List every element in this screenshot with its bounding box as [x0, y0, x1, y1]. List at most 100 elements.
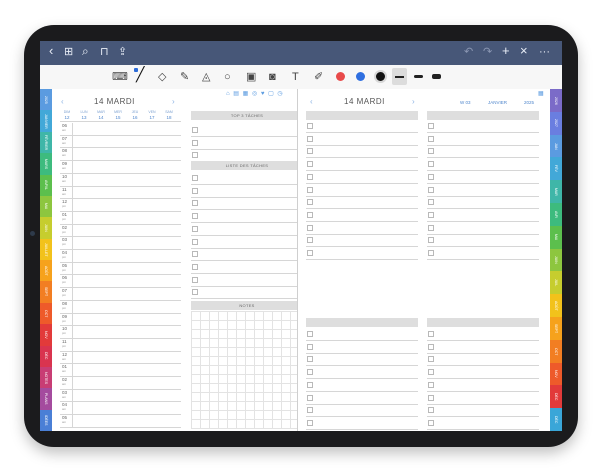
checkbox[interactable] [428, 343, 434, 350]
nav-icons[interactable]: ⌂ ▤ ▦ ◎ ♥ ▢ ◷ [226, 90, 284, 97]
hour-row-line[interactable] [60, 147, 181, 149]
hour-row-line[interactable] [60, 287, 181, 289]
checkbox[interactable] [307, 135, 313, 142]
checkbox[interactable] [192, 187, 198, 194]
hour-row-line[interactable] [60, 299, 181, 301]
share-icon[interactable]: ⇪ [118, 46, 127, 59]
checkbox[interactable] [192, 225, 198, 232]
color-red[interactable] [336, 72, 345, 81]
checkbox[interactable] [307, 224, 313, 231]
year-label[interactable]: 2025 [524, 100, 534, 105]
entry-line[interactable] [427, 132, 539, 133]
entry-line[interactable] [427, 157, 539, 159]
checkbox[interactable] [192, 127, 198, 133]
hour-row-line[interactable] [60, 414, 181, 416]
checkbox[interactable] [428, 419, 434, 426]
month-tab-14[interactable]: PLANS [40, 388, 52, 410]
hour-row-line[interactable] [60, 325, 181, 327]
entry-line[interactable] [306, 390, 418, 392]
hour-row-line[interactable] [60, 249, 181, 250]
month-tab-9[interactable]: AOÛT [550, 294, 562, 317]
color-blue[interactable] [356, 72, 365, 81]
entry-line[interactable] [306, 365, 418, 367]
task-line[interactable] [191, 196, 303, 198]
week-date[interactable]: 15 [111, 115, 125, 120]
checkbox[interactable] [307, 123, 313, 129]
month-tab-7[interactable]: JUILLET [40, 238, 52, 260]
hour-row-line[interactable] [60, 337, 181, 339]
checkbox[interactable] [428, 161, 434, 168]
eraser-icon[interactable]: ◇ [158, 70, 166, 84]
entry-line[interactable] [427, 170, 539, 172]
checkbox[interactable] [307, 199, 313, 206]
checkbox[interactable] [192, 213, 198, 220]
entry-line[interactable] [427, 365, 539, 367]
stroke-thick-icon[interactable] [432, 74, 441, 79]
checkbox[interactable] [192, 139, 198, 146]
checkbox[interactable] [428, 173, 434, 180]
stroke-medium-icon[interactable] [414, 75, 423, 78]
checkbox[interactable] [428, 211, 434, 218]
checkbox[interactable] [428, 186, 434, 193]
entry-line[interactable] [427, 390, 539, 392]
checkbox[interactable] [307, 211, 313, 218]
task-line[interactable] [191, 285, 303, 287]
checkbox[interactable] [307, 343, 313, 350]
month-tab-6[interactable]: MAI [550, 225, 562, 249]
entry-line[interactable] [306, 246, 418, 248]
hour-row-line[interactable] [60, 426, 181, 428]
search-icon[interactable]: ⌕ [82, 45, 89, 58]
shapes-icon[interactable]: ◬ [202, 70, 210, 84]
entry-line[interactable] [427, 233, 539, 235]
entry-line[interactable] [427, 182, 539, 184]
checkbox[interactable] [428, 148, 434, 155]
month-tab-3[interactable]: MARS [40, 153, 52, 175]
entry-line[interactable] [427, 220, 539, 222]
checkbox[interactable] [307, 407, 313, 414]
month-tab-4[interactable]: AVRIL [40, 174, 52, 196]
month-tab-6[interactable]: JUIN [40, 217, 52, 239]
entry-line[interactable] [427, 403, 539, 405]
checkbox[interactable] [307, 394, 313, 401]
task-line[interactable] [191, 272, 303, 274]
hour-row-line[interactable] [60, 223, 181, 225]
entry-line[interactable] [427, 144, 539, 146]
entry-line[interactable] [427, 340, 539, 341]
entry-line[interactable] [427, 246, 539, 248]
month-tab-7[interactable]: JUIN [550, 248, 562, 272]
hour-row-line[interactable] [60, 198, 181, 200]
entry-line[interactable] [427, 259, 539, 260]
hour-row-line[interactable] [60, 236, 181, 238]
hour-row-line[interactable] [60, 363, 181, 365]
month-tab-13[interactable]: NOTES [40, 366, 52, 389]
checkbox[interactable] [192, 263, 198, 270]
entry-line[interactable] [427, 352, 539, 354]
month-tab-12[interactable]: DÉC [40, 345, 52, 367]
entry-line[interactable] [306, 340, 418, 341]
entry-line[interactable] [427, 428, 539, 430]
grid-icon[interactable]: ⊞ [64, 46, 73, 59]
task-line[interactable] [191, 209, 303, 211]
month-tab-14[interactable]: DÉC [550, 408, 562, 431]
checkbox[interactable] [192, 175, 198, 181]
entry-line[interactable] [306, 182, 418, 184]
month-tab-0[interactable]: 2025 [40, 89, 52, 111]
checkbox[interactable] [428, 381, 434, 388]
checkbox[interactable] [428, 135, 434, 142]
entry-line[interactable] [306, 233, 418, 235]
month-tab-1[interactable]: JANVIER [40, 110, 52, 132]
checkbox[interactable] [192, 152, 198, 159]
notes-grid[interactable] [191, 311, 303, 429]
more-icon[interactable]: ··· [539, 46, 550, 59]
hour-row-line[interactable] [60, 312, 181, 314]
checkbox[interactable] [307, 331, 313, 337]
week-date[interactable]: 17 [145, 115, 159, 120]
entry-line[interactable] [306, 259, 418, 260]
task-line[interactable] [191, 260, 303, 262]
task-line[interactable] [191, 222, 303, 224]
checkbox[interactable] [307, 161, 313, 168]
entry-line[interactable] [306, 170, 418, 172]
week-label[interactable]: W 03 [460, 100, 471, 105]
month-tab-0[interactable]: 2026 [550, 89, 562, 112]
checkbox[interactable] [192, 251, 198, 258]
